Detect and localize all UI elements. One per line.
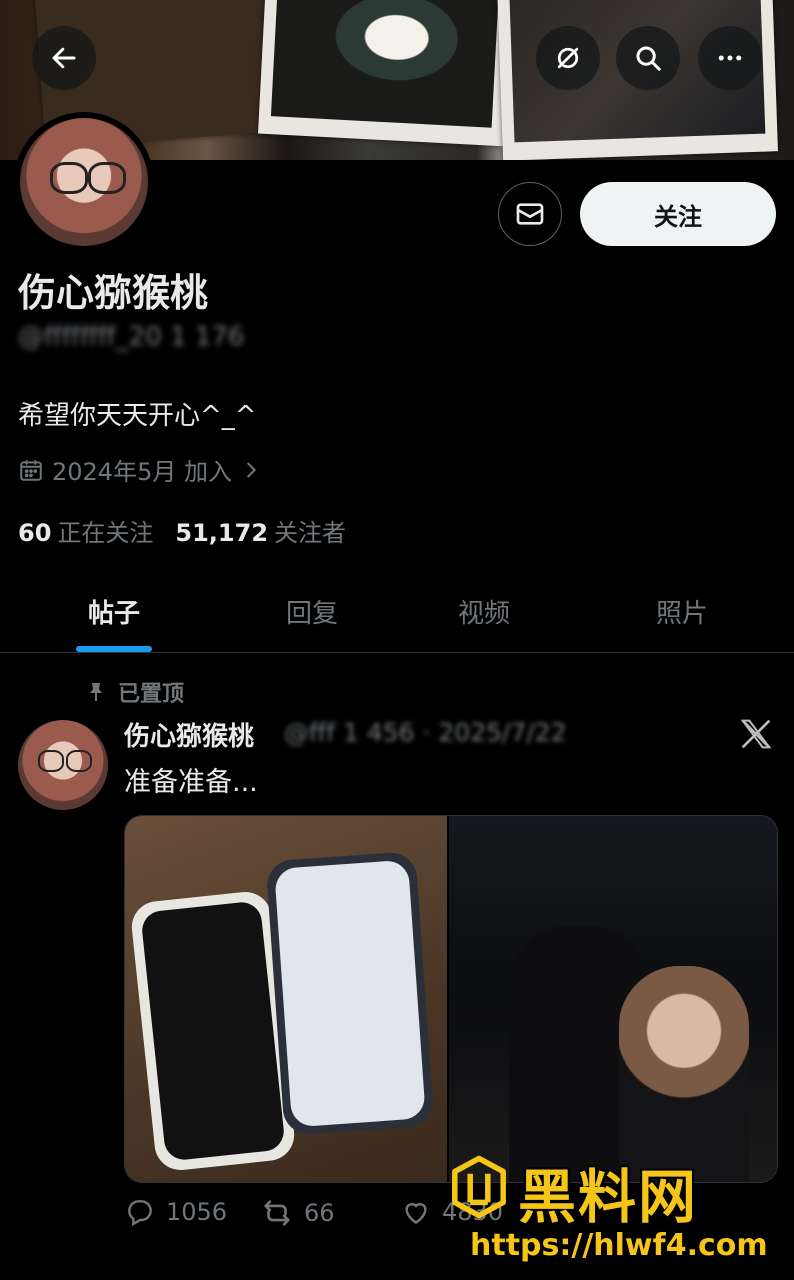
arrow-left-icon [52,47,76,69]
profile-tabs: 帖子 回复 视频 照片 [0,570,794,653]
calendar-icon [20,459,42,481]
pinned-indicator: 已置顶 [84,676,184,708]
post-image-couple[interactable] [449,816,777,1182]
repost-icon [264,1200,290,1226]
following-link[interactable]: 60 正在关注 [18,513,153,548]
banner-photo [257,0,512,147]
mail-icon [516,203,544,225]
followers-link[interactable]: 51,172 关注者 [175,513,346,548]
pin-icon [90,683,102,701]
tab-replies[interactable]: 回复 [238,570,386,652]
watermark-url: https://hlwf4.com [470,1228,768,1263]
heart-icon [405,1203,427,1225]
post-media[interactable] [124,815,778,1183]
followers-count: 51,172 [175,519,269,547]
follow-button[interactable]: 关注 [580,182,776,246]
reply-icon [128,1200,152,1227]
more-icon [718,55,742,61]
x-logo-icon[interactable] [736,714,776,754]
reply-count: 1056 [166,1198,228,1226]
following-label: 正在关注 [57,519,154,547]
phone-light [265,851,435,1136]
grok-button[interactable] [536,26,600,90]
grok-icon [557,47,579,69]
watermark: 黑料网 https://hlwf4.com [440,1150,794,1280]
search-button[interactable] [616,26,680,90]
user-handle: @ffffffff_20 1 176 [18,322,245,352]
chevron-right-icon [247,462,257,477]
message-button[interactable] [498,182,562,246]
profile-avatar[interactable] [14,112,154,252]
profile-bio: 希望你天天开心^_^ [18,401,257,431]
pinned-label: 已置顶 [118,682,185,707]
repost-count: 66 [304,1199,335,1227]
display-name: 伤心猕猴桃 [18,271,209,315]
watermark-logo-icon [452,1155,506,1219]
post-author-avatar[interactable] [18,720,108,810]
joined-label: 2024年5月 加入 [52,458,232,486]
search-icon [636,46,661,71]
reply-button[interactable]: 1056 [124,1196,227,1228]
following-count: 60 [18,519,52,547]
post-text: 准备准备... [124,767,258,798]
tab-videos[interactable]: 视频 [410,570,558,652]
tab-posts[interactable]: 帖子 [40,570,188,652]
follow-stats: 60 正在关注 51,172 关注者 [18,513,346,548]
post-image-phones[interactable] [125,816,447,1182]
watermark-title: 黑料网 [518,1163,699,1231]
joined-date[interactable]: 2024年5月 加入 [18,452,262,487]
active-tab-indicator [76,646,152,652]
more-button[interactable] [698,26,762,90]
post-author-handle: @fff 1 456 · 2025/7/22 [284,718,567,747]
tab-photos[interactable]: 照片 [608,570,756,652]
post-author-name[interactable]: 伤心猕猴桃 [124,716,254,753]
repost-button[interactable]: 66 [260,1196,335,1230]
followers-label: 关注者 [274,519,347,547]
back-button[interactable] [32,26,96,90]
